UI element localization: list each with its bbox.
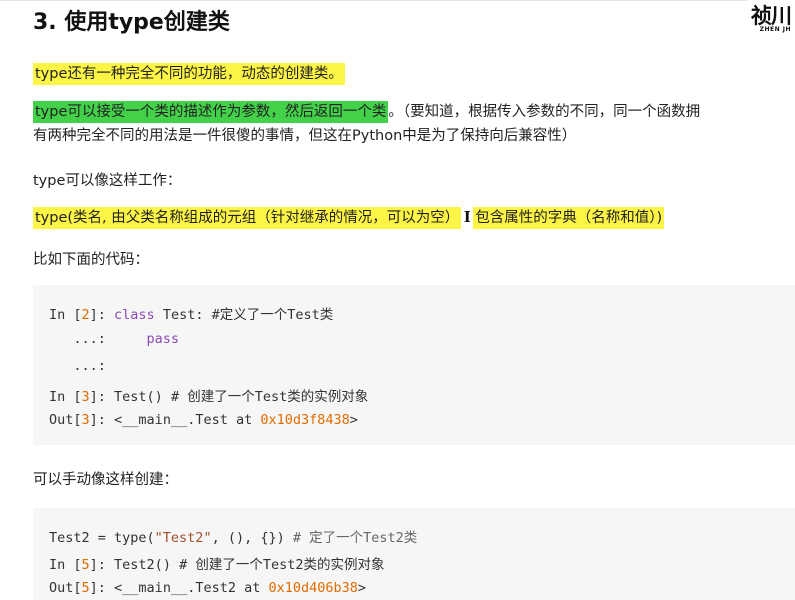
code-line: In [2]: class Test: #定义了一个Test类 [49, 307, 334, 323]
code-line: In [3]: Test() # 创建了一个Test类的实例对象 [49, 389, 369, 405]
code-block-2: Test2 = type("Test2", (), {}) # 定了一个Test… [33, 508, 795, 600]
watermark-logo: 祯川 ZHEN JH [747, 0, 795, 40]
code-line: Out[5]: <__main__.Test2 at 0x10d406b38> [49, 580, 367, 596]
code-line: In [5]: Test2() # 创建了一个Test2类的实例对象 [49, 557, 385, 573]
type-signature-part-1: type(类名, 由父类名称组成的元组（针对继承的情况，可以为空） [33, 207, 462, 229]
paragraph-2: type可以接受一个类的描述作为参数，然后返回一个类 。（要知道，根据传入参数的不… [33, 100, 783, 124]
paragraph-2-line-2: 有两种完全不同的用法是一件很傻的事情，但这在Python中是为了保持向后兼容性） [33, 128, 577, 144]
paragraph-1: type还有一种完全不同的功能，动态的创建类。 [33, 62, 345, 86]
top-border [0, 0, 795, 1]
code-line: Out[3]: <__main__.Test at 0x10d3f8438> [49, 412, 358, 428]
text-cursor-icon: I [463, 209, 471, 226]
paragraph-3: type可以像这样工作： [33, 173, 182, 189]
code-line: ...: [49, 358, 106, 374]
highlight-text-green: type可以接受一个类的描述作为参数，然后返回一个类 [33, 101, 389, 123]
highlight-text-1: type还有一种完全不同的功能，动态的创建类。 [33, 63, 345, 85]
paragraph-2-rest: 。（要知道，根据传入参数的不同，同一个函数拥 [388, 104, 701, 120]
logo-subtext: ZHEN JH [759, 26, 791, 33]
paragraph-5: 比如下面的代码： [33, 252, 149, 268]
code-line: ...: pass [49, 331, 180, 347]
paragraph-6: 可以手动像这样创建： [33, 472, 178, 488]
code-line: Test2 = type("Test2", (), {}) # 定了一个Test… [49, 530, 418, 546]
paragraph-4: type(类名, 由父类名称组成的元组（针对继承的情况，可以为空） I 包含属性的字… [33, 206, 665, 230]
section-heading: 3. 使用type创建类 [33, 10, 230, 35]
code-block-1: In [2]: class Test: #定义了一个Test类 ...: pas… [33, 285, 795, 445]
type-signature-part-2: 包含属性的字典（名称和值）) [473, 207, 665, 229]
